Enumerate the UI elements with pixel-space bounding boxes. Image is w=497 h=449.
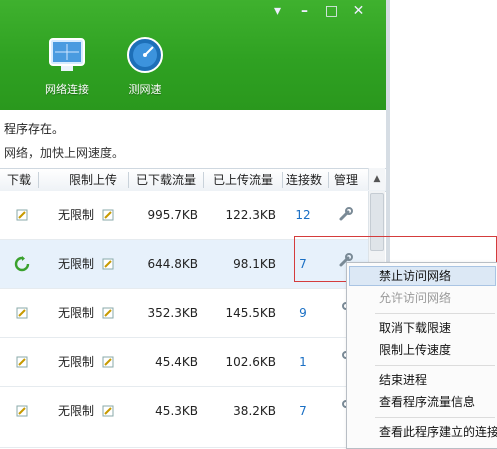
info-panel: 程序存在。 网络，加快上网速度。	[0, 110, 386, 168]
table-header: 下载 限制上传 已下载流量 已上传流量 连接数 管理	[0, 168, 386, 192]
menu-item-block-network[interactable]: 禁止访问网络	[379, 266, 451, 286]
col-uploaded[interactable]: 已上传流量	[207, 169, 279, 191]
speedometer-icon	[127, 37, 163, 73]
menu-separator	[375, 313, 495, 314]
wrench-icon[interactable]	[338, 399, 346, 415]
wrench-icon[interactable]	[338, 206, 354, 222]
maximize-icon[interactable]: □	[318, 2, 345, 20]
downloaded-value: 45.4KB	[155, 355, 198, 369]
edit-icon[interactable]	[16, 209, 28, 221]
refresh-icon	[14, 256, 30, 272]
table-row[interactable]: 无限制 45.3KB 38.2KB 7	[0, 387, 368, 448]
edit-icon[interactable]	[16, 356, 28, 368]
connections-count[interactable]: 9	[286, 289, 320, 337]
downloaded-value: 995.7KB	[147, 208, 198, 222]
upload-limit-value: 无限制	[58, 306, 95, 320]
edit-icon[interactable]	[102, 307, 114, 319]
col-separator	[38, 172, 39, 188]
wrench-icon[interactable]	[338, 350, 346, 366]
menu-item-view-connections[interactable]: 查看此程序建立的连接	[379, 422, 497, 442]
info-line-1: 程序存在。	[4, 122, 65, 136]
wrench-icon[interactable]	[338, 301, 346, 317]
network-connection-label: 网络连接	[45, 83, 89, 96]
menu-separator	[375, 417, 495, 418]
uploaded-value: 122.3KB	[225, 208, 276, 222]
downloaded-value: 644.8KB	[147, 257, 198, 271]
col-manage[interactable]: 管理	[330, 169, 362, 191]
upload-limit-value: 无限制	[58, 355, 95, 369]
scroll-up-button[interactable]: ▲	[368, 168, 385, 190]
uploaded-value: 98.1KB	[233, 257, 276, 271]
col-downloaded[interactable]: 已下载流量	[132, 169, 200, 191]
connections-count[interactable]: 1	[286, 338, 320, 386]
table-row[interactable]: 无限制 995.7KB 122.3KB 12	[0, 191, 368, 240]
context-menu: 禁止访问网络 允许访问网络 取消下载限速 限制上传速度 结束进程 查看程序流量信…	[346, 262, 497, 449]
edit-icon[interactable]	[16, 307, 28, 319]
uploaded-value: 102.6KB	[225, 355, 276, 369]
menu-item-traffic-info[interactable]: 查看程序流量信息	[379, 392, 475, 412]
window-controls: ▾ – □ ✕	[264, 2, 372, 20]
edit-icon[interactable]	[102, 258, 114, 270]
upload-limit-value: 无限制	[58, 257, 95, 271]
speed-test-button[interactable]: 测网速	[110, 36, 180, 97]
network-connection-button[interactable]: 网络连接	[32, 36, 102, 97]
connections-count[interactable]: 12	[286, 191, 320, 239]
menu-item-cancel-download-limit[interactable]: 取消下载限速	[379, 318, 451, 338]
menu-item-allow-network: 允许访问网络	[379, 291, 452, 305]
uploaded-value: 145.5KB	[225, 306, 276, 320]
upload-limit-value: 无限制	[58, 404, 95, 418]
col-separator	[203, 172, 204, 188]
menu-item-end-process[interactable]: 结束进程	[379, 370, 427, 390]
info-line-2: 网络，加快上网速度。	[4, 146, 125, 160]
col-connections[interactable]: 连接数	[284, 169, 324, 191]
speed-test-label: 测网速	[128, 83, 162, 96]
menu-dropdown-icon[interactable]: ▾	[264, 2, 291, 20]
col-separator	[328, 172, 329, 188]
uploaded-value: 38.2KB	[233, 404, 276, 418]
connections-count[interactable]: 7	[286, 387, 320, 435]
col-download-limit[interactable]: 下载	[2, 169, 36, 191]
upload-limit-value: 无限制	[58, 208, 95, 222]
minimize-icon[interactable]: –	[291, 2, 318, 20]
edit-icon[interactable]	[102, 356, 114, 368]
col-separator	[282, 172, 283, 188]
monitor-icon	[49, 38, 85, 71]
col-separator	[128, 172, 129, 188]
edit-icon[interactable]	[102, 405, 114, 417]
edit-icon[interactable]	[102, 209, 114, 221]
downloaded-value: 45.3KB	[155, 404, 198, 418]
edit-icon[interactable]	[16, 405, 28, 417]
downloaded-value: 352.3KB	[147, 306, 198, 320]
menu-item-limit-upload[interactable]: 限制上传速度	[379, 340, 451, 360]
close-icon[interactable]: ✕	[345, 2, 372, 20]
menu-separator	[375, 365, 495, 366]
top-toolbar: ▾ – □ ✕ 网络连接 测网速	[0, 0, 386, 110]
table-row[interactable]: 无限制 45.4KB 102.6KB 1	[0, 338, 368, 387]
table-row[interactable]: 无限制 352.3KB 145.5KB 9	[0, 289, 368, 338]
col-upload-limit[interactable]: 限制上传	[60, 169, 126, 191]
